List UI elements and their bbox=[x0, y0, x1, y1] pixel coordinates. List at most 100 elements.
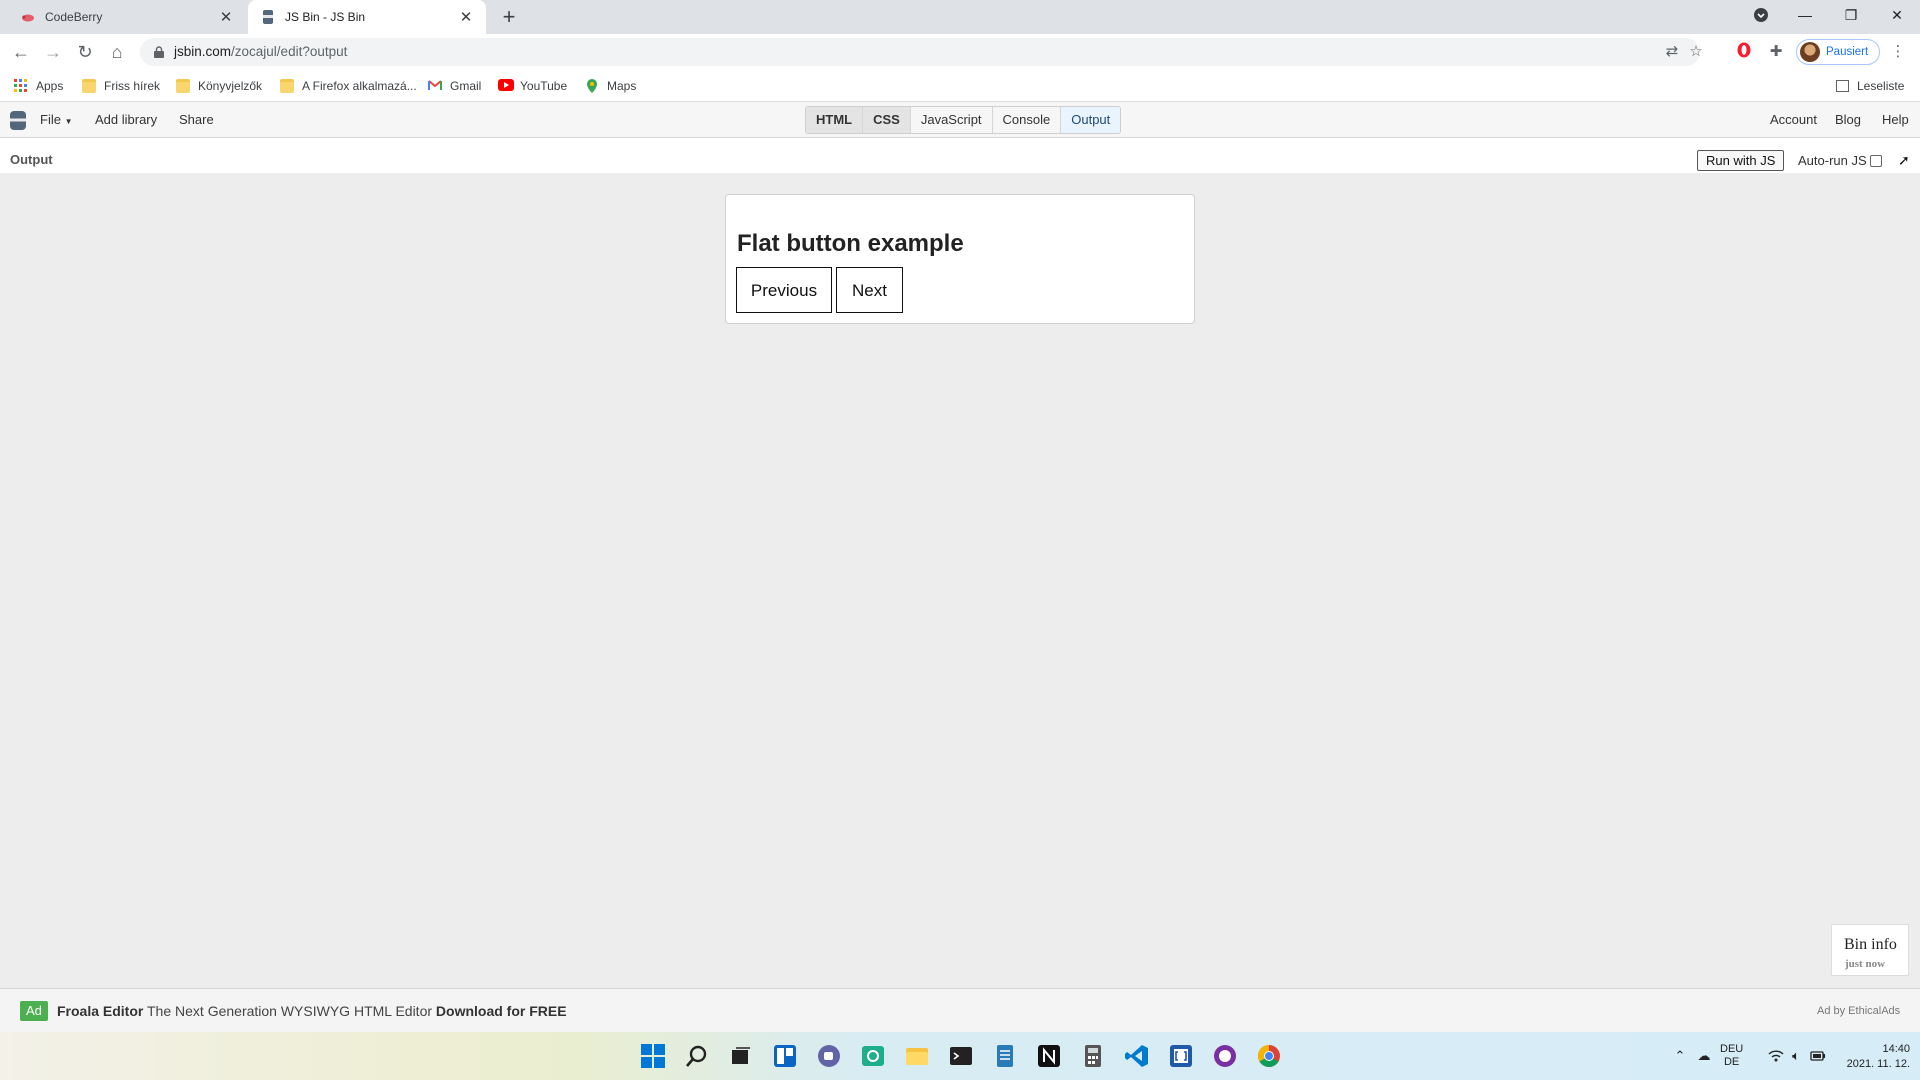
address-bar[interactable]: jsbin.com/zocajul/edit?output ⇄ ☆ bbox=[140, 38, 1703, 66]
panel-tab-css[interactable]: CSS bbox=[863, 107, 911, 133]
brackets-app-icon[interactable] bbox=[1168, 1043, 1194, 1069]
home-icon[interactable]: ⌂ bbox=[106, 41, 128, 63]
forward-icon[interactable]: → bbox=[42, 41, 64, 63]
translate-icon[interactable]: ⇄ bbox=[1662, 42, 1682, 62]
file-explorer-icon[interactable] bbox=[904, 1043, 930, 1069]
tab-jsbin[interactable]: JS Bin - JS Bin ✕ bbox=[248, 0, 486, 34]
bin-info-title: Bin info bbox=[1844, 936, 1897, 953]
apps-grid-icon bbox=[14, 79, 28, 93]
help-link[interactable]: Help bbox=[1882, 102, 1909, 138]
widgets-icon[interactable] bbox=[772, 1043, 798, 1069]
caret-down-icon: ▼ bbox=[64, 117, 73, 126]
windows-taskbar: ⌃ ☁ DEU DE 🔈︎ 14:40 2021. 11. 12. bbox=[0, 1032, 1920, 1080]
notion-icon[interactable] bbox=[1036, 1043, 1062, 1069]
wifi-icon[interactable] bbox=[1768, 1048, 1784, 1064]
clock-date: 2021. 11. 12. bbox=[1846, 1058, 1910, 1070]
bookmark-folder-konyvjelzok[interactable]: Könyvjelzők bbox=[176, 70, 262, 102]
bookmark-gmail[interactable]: Gmail bbox=[428, 70, 481, 102]
ad-product: Froala Editor bbox=[57, 1003, 144, 1019]
clock-time: 14:40 bbox=[1882, 1043, 1910, 1055]
bookmark-label: Apps bbox=[36, 79, 64, 93]
output-panel-header: Output Run with JS Auto-run JS ➚ bbox=[0, 138, 1920, 173]
panel-tab-html[interactable]: HTML bbox=[806, 107, 864, 133]
ad-attribution[interactable]: Ad by EthicalAds bbox=[1817, 989, 1900, 1033]
jsbin-favicon-icon bbox=[260, 9, 276, 25]
reload-icon[interactable]: ↻ bbox=[74, 41, 96, 63]
gmail-icon bbox=[428, 79, 442, 93]
codeberry-favicon-icon bbox=[20, 9, 36, 25]
popout-arrow-icon[interactable]: ➚ bbox=[1898, 152, 1910, 169]
panel-tab-javascript[interactable]: JavaScript bbox=[911, 107, 993, 133]
bookmark-apps[interactable]: Apps bbox=[14, 70, 63, 102]
teams-chat-icon[interactable] bbox=[816, 1043, 842, 1069]
onedrive-cloud-icon[interactable]: ☁ bbox=[1696, 1048, 1712, 1064]
panel-tab-output[interactable]: Output bbox=[1061, 107, 1121, 133]
close-tab-icon[interactable]: ✕ bbox=[458, 8, 474, 26]
add-library-button[interactable]: Add library bbox=[95, 102, 157, 138]
jsbin-logo-icon[interactable] bbox=[10, 111, 26, 130]
bookmark-folder-firefox[interactable]: A Firefox alkalmazá... bbox=[280, 70, 417, 102]
ad-cta: Download for FREE bbox=[435, 1003, 567, 1019]
bookmark-label: Gmail bbox=[450, 79, 482, 93]
reading-list-label: Leseliste bbox=[1857, 79, 1905, 93]
minimize-icon[interactable]: — bbox=[1782, 0, 1828, 30]
blog-link[interactable]: Blog bbox=[1835, 102, 1861, 138]
bookmark-label: Könyvjelzők bbox=[198, 79, 263, 93]
ad-banner[interactable]: Ad Froala Editor The Next Generation WYS… bbox=[0, 988, 1920, 1032]
share-button[interactable]: Share bbox=[179, 102, 214, 138]
auto-run-checkbox[interactable] bbox=[1869, 154, 1882, 167]
input-language-indicator[interactable]: DEU DE bbox=[1720, 1043, 1743, 1069]
close-window-icon[interactable]: ✕ bbox=[1874, 0, 1920, 30]
bookmark-maps[interactable]: Maps bbox=[585, 70, 636, 102]
avatar bbox=[1800, 42, 1820, 62]
bookmark-youtube[interactable]: YouTube bbox=[498, 70, 567, 102]
bookmark-label: Friss hírek bbox=[104, 79, 161, 93]
task-view-icon[interactable] bbox=[728, 1043, 754, 1069]
tab-title: JS Bin - JS Bin bbox=[285, 10, 366, 24]
previous-button[interactable]: Previous bbox=[736, 267, 832, 313]
show-hidden-icons-chevron-icon[interactable]: ⌃ bbox=[1672, 1048, 1688, 1064]
vscode-icon[interactable] bbox=[1124, 1043, 1150, 1069]
search-icon[interactable] bbox=[684, 1043, 710, 1069]
extensions-puzzle-icon[interactable]: ✚ bbox=[1766, 42, 1786, 62]
bookmark-label: Maps bbox=[607, 79, 637, 93]
bookmark-folder-friss-hirek[interactable]: Friss hírek bbox=[82, 70, 160, 102]
reading-list[interactable]: Leseliste bbox=[1836, 70, 1904, 102]
close-tab-icon[interactable]: ✕ bbox=[218, 8, 234, 26]
tab-codeberry[interactable]: CodeBerry ✕ bbox=[8, 0, 246, 34]
back-icon[interactable]: ← bbox=[10, 41, 32, 63]
run-with-js-button[interactable]: Run with JS bbox=[1697, 150, 1785, 171]
output-preview-card: Flat button example Previous Next bbox=[725, 194, 1195, 324]
url-host: jsbin.com bbox=[174, 44, 232, 59]
opera-extension-icon[interactable] bbox=[1734, 42, 1754, 62]
ad-text[interactable]: Froala Editor The Next Generation WYSIWY… bbox=[57, 989, 567, 1033]
store-app-icon[interactable] bbox=[860, 1043, 886, 1069]
system-clock[interactable]: 14:40 2021. 11. 12. bbox=[1840, 1042, 1910, 1072]
panel-tab-console[interactable]: Console bbox=[993, 107, 1062, 133]
profile-button[interactable]: Pausiert bbox=[1796, 39, 1880, 65]
auto-run-js-toggle[interactable]: Auto-run JS bbox=[1798, 150, 1882, 171]
speaker-volume-icon[interactable]: 🔈︎ bbox=[1788, 1048, 1804, 1064]
file-menu[interactable]: File ▼ bbox=[40, 102, 73, 140]
tab-search-icon[interactable] bbox=[1738, 0, 1784, 30]
maps-pin-icon bbox=[585, 79, 599, 93]
new-tab-icon[interactable]: + bbox=[496, 4, 522, 30]
start-icon[interactable] bbox=[640, 1043, 666, 1069]
chrome-icon[interactable] bbox=[1256, 1043, 1282, 1069]
ad-badge: Ad bbox=[20, 1001, 48, 1021]
bin-info-widget[interactable]: Bin info just now bbox=[1831, 924, 1909, 976]
account-link[interactable]: Account bbox=[1770, 102, 1817, 138]
next-button[interactable]: Next bbox=[836, 267, 903, 313]
terminal-icon[interactable] bbox=[948, 1043, 974, 1069]
restore-icon[interactable]: ❐ bbox=[1828, 0, 1874, 30]
battery-icon[interactable] bbox=[1810, 1048, 1826, 1064]
browser-menu-icon[interactable]: ⋮ bbox=[1888, 42, 1908, 62]
notepad-icon[interactable] bbox=[992, 1043, 1018, 1069]
profile-label: Pausiert bbox=[1826, 46, 1869, 58]
calculator-icon[interactable] bbox=[1080, 1043, 1106, 1069]
bookmarks-bar: Apps Friss hírek Könyvjelzők A Firefox a… bbox=[0, 70, 1920, 102]
file-menu-label: File bbox=[40, 112, 61, 127]
bookmark-star-icon[interactable]: ☆ bbox=[1686, 42, 1706, 62]
podcast-app-icon[interactable] bbox=[1212, 1043, 1238, 1069]
panel-toggle-group: HTML CSS JavaScript Console Output bbox=[805, 106, 1122, 134]
